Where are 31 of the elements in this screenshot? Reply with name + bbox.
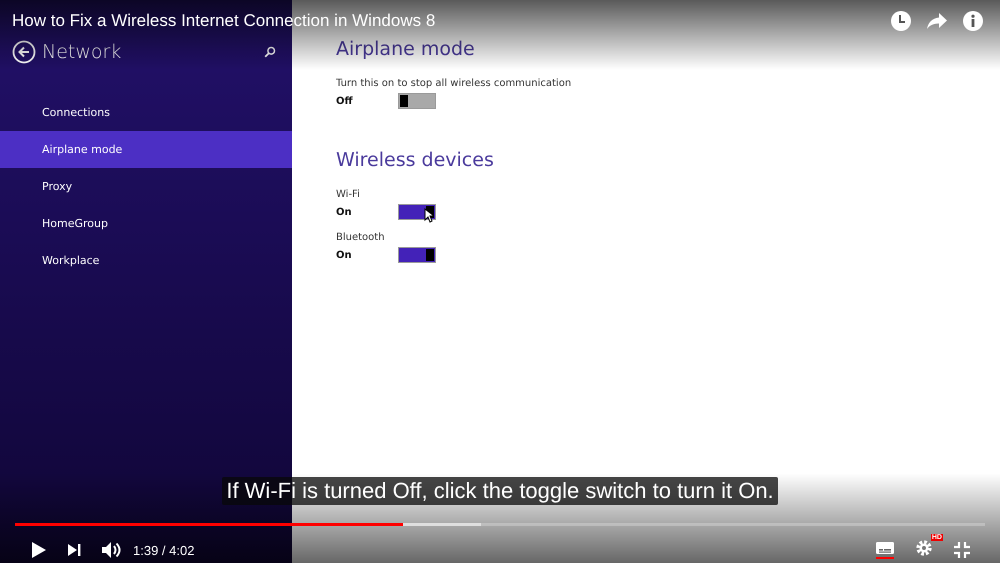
toggle-state: On — [336, 206, 353, 218]
settings-icon[interactable] — [915, 539, 933, 557]
subtitles-icon[interactable] — [875, 541, 895, 559]
sidebar-item[interactable]: Workplace — [0, 242, 292, 279]
back-icon[interactable] — [12, 40, 36, 64]
sidebar-item[interactable]: Connections — [0, 94, 292, 131]
exit-fullscreen-icon[interactable] — [953, 541, 971, 559]
play-icon[interactable] — [31, 541, 47, 559]
video-title[interactable]: How to Fix a Wireless Internet Connection in Windows 8 — [12, 11, 890, 31]
time-display: 1:39 / 4:02 — [133, 542, 194, 558]
volume-icon[interactable] — [101, 541, 121, 559]
sidebar-item[interactable]: Proxy — [0, 168, 292, 205]
toggle-switch[interactable] — [398, 93, 436, 109]
subtitle-caption: If Wi-Fi is turned Off, click the toggle switch to turn it On. — [222, 477, 778, 505]
sidebar-title: Network — [42, 41, 122, 63]
setting-label: Turn this on to stop all wireless communication — [336, 78, 572, 89]
share-icon[interactable] — [926, 12, 948, 30]
progress-bar[interactable] — [15, 523, 985, 526]
section-heading: Airplane mode — [336, 38, 476, 60]
setting-label: Bluetooth — [336, 232, 386, 243]
toggle-state: On — [336, 250, 353, 260]
clock-icon[interactable] — [890, 10, 912, 32]
toggle-switch[interactable] — [398, 247, 436, 263]
setting-label: Wi-Fi — [336, 189, 361, 200]
sidebar-item[interactable]: HomeGroup — [0, 205, 292, 242]
section-heading: Wireless devices — [336, 149, 495, 171]
toggle-state: Off — [336, 96, 354, 106]
sidebar-item[interactable]: Airplane mode — [0, 131, 292, 168]
info-icon[interactable] — [962, 10, 984, 32]
next-icon[interactable] — [67, 543, 81, 557]
search-icon[interactable] — [264, 46, 276, 58]
